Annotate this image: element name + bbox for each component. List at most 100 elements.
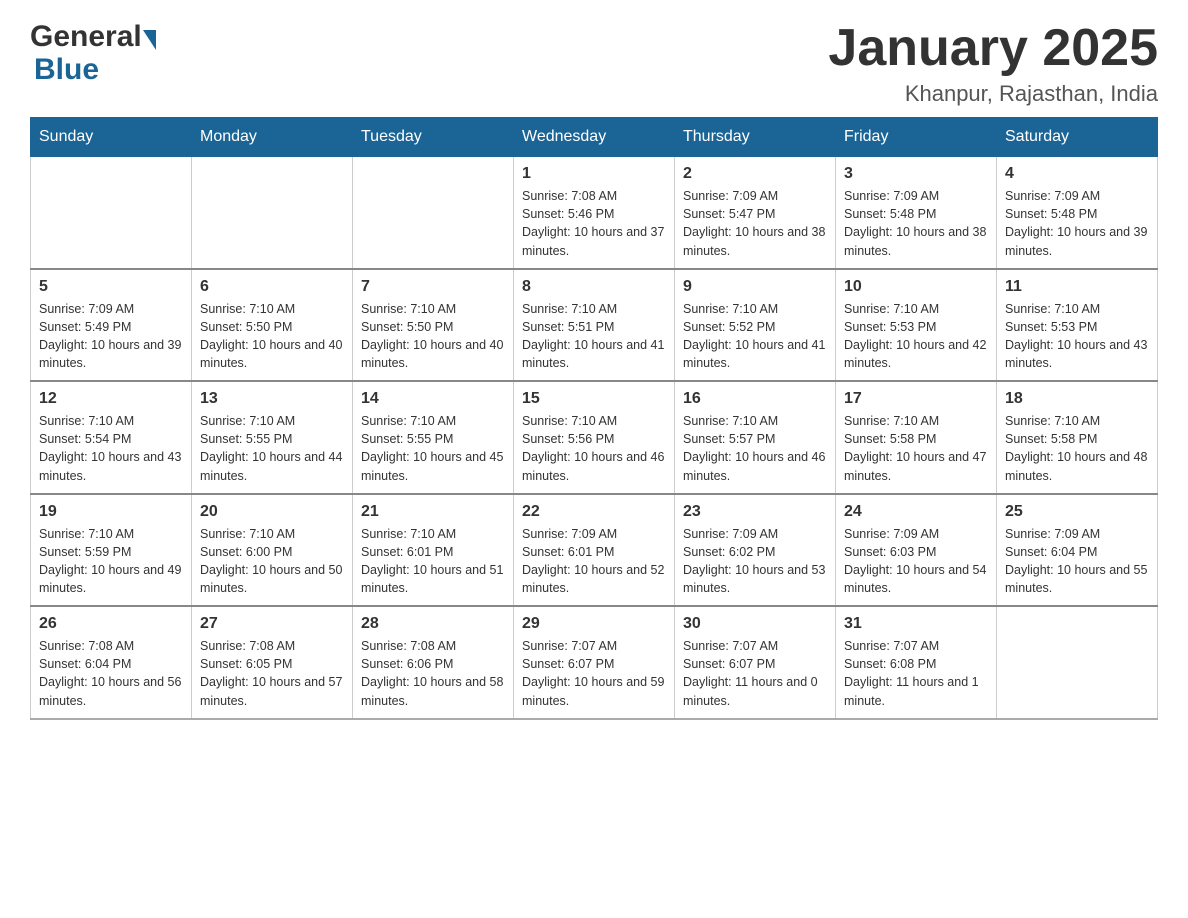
day-number: 30 [683,615,827,633]
day-number: 9 [683,278,827,296]
day-info: Sunrise: 7:07 AMSunset: 6:08 PMDaylight:… [844,637,988,710]
day-number: 20 [200,503,344,521]
logo-container: General Blue [30,20,157,86]
day-number: 14 [361,390,505,408]
column-header-friday: Friday [836,118,997,157]
day-info: Sunrise: 7:09 AMSunset: 5:48 PMDaylight:… [1005,187,1149,260]
day-info: Sunrise: 7:09 AMSunset: 6:03 PMDaylight:… [844,525,988,598]
day-number: 10 [844,278,988,296]
calendar-cell: 11 Sunrise: 7:10 AMSunset: 5:53 PMDayligh… [997,269,1158,382]
calendar-cell: 18Sunrise: 7:10 AMSunset: 5:58 PMDayligh… [997,381,1158,494]
day-info: Sunrise: 7:10 AMSunset: 5:50 PMDaylight:… [361,300,505,373]
calendar-cell: 30 Sunrise: 7:07 AMSunset: 6:07 PMDayligh… [675,606,836,719]
day-number: 16 [683,390,827,408]
calendar-cell: 12Sunrise: 7:10 AMSunset: 5:54 PMDayligh… [31,381,192,494]
day-number: 2 [683,165,827,183]
calendar-cell: 22 Sunrise: 7:09 AMSunset: 6:01 PMDayligh… [514,494,675,607]
day-info: Sunrise: 7:09 AMSunset: 5:47 PMDaylight:… [683,187,827,260]
calendar-cell: 1Sunrise: 7:08 AMSunset: 5:46 PMDaylight… [514,157,675,269]
day-info: Sunrise: 7:09 AMSunset: 6:01 PMDaylight:… [522,525,666,598]
day-info: Sunrise: 7:10 AMSunset: 5:52 PMDaylight:… [683,300,827,373]
calendar-cell [997,606,1158,719]
calendar-cell: 2 Sunrise: 7:09 AMSunset: 5:47 PMDaylight… [675,157,836,269]
day-number: 22 [522,503,666,521]
calendar-table: SundayMondayTuesdayWednesdayThursdayFrid… [30,117,1158,720]
day-number: 26 [39,615,183,633]
day-info: Sunrise: 7:10 AMSunset: 5:53 PMDaylight:… [1005,300,1149,373]
day-number: 18 [1005,390,1149,408]
day-info: Sunrise: 7:10 AMSunset: 5:58 PMDaylight:… [844,412,988,485]
calendar-week-4: 19 Sunrise: 7:10 AMSunset: 5:59 PMDayligh… [31,494,1158,607]
day-info: Sunrise: 7:10 AMSunset: 5:55 PMDaylight:… [200,412,344,485]
title-block: January 2025 Khanpur, Rajasthan, India [828,20,1158,107]
logo-triangle-icon [143,30,156,50]
calendar-title: January 2025 [828,20,1158,77]
day-number: 7 [361,278,505,296]
calendar-cell: 25 Sunrise: 7:09 AMSunset: 6:04 PMDayligh… [997,494,1158,607]
day-number: 28 [361,615,505,633]
calendar-cell: 10Sunrise: 7:10 AMSunset: 5:53 PMDayligh… [836,269,997,382]
calendar-week-5: 26 Sunrise: 7:08 AMSunset: 6:04 PMDayligh… [31,606,1158,719]
day-info: Sunrise: 7:08 AMSunset: 6:04 PMDaylight:… [39,637,183,710]
calendar-header-row: SundayMondayTuesdayWednesdayThursdayFrid… [31,118,1158,157]
day-number: 29 [522,615,666,633]
calendar-cell: 29 Sunrise: 7:07 AMSunset: 6:07 PMDayligh… [514,606,675,719]
column-header-thursday: Thursday [675,118,836,157]
day-number: 23 [683,503,827,521]
calendar-cell: 16Sunrise: 7:10 AMSunset: 5:57 PMDayligh… [675,381,836,494]
day-number: 17 [844,390,988,408]
calendar-cell: 4 Sunrise: 7:09 AMSunset: 5:48 PMDaylight… [997,157,1158,269]
logo: General Blue [30,20,157,86]
day-number: 13 [200,390,344,408]
day-number: 5 [39,278,183,296]
calendar-week-3: 12Sunrise: 7:10 AMSunset: 5:54 PMDayligh… [31,381,1158,494]
calendar-cell: 28Sunrise: 7:08 AMSunset: 6:06 PMDayligh… [353,606,514,719]
calendar-cell [353,157,514,269]
calendar-cell: 7 Sunrise: 7:10 AMSunset: 5:50 PMDaylight… [353,269,514,382]
calendar-cell: 3 Sunrise: 7:09 AMSunset: 5:48 PMDaylight… [836,157,997,269]
day-info: Sunrise: 7:10 AMSunset: 5:50 PMDaylight:… [200,300,344,373]
day-number: 21 [361,503,505,521]
calendar-cell: 31 Sunrise: 7:07 AMSunset: 6:08 PMDayligh… [836,606,997,719]
column-header-monday: Monday [192,118,353,157]
day-info: Sunrise: 7:10 AMSunset: 5:54 PMDaylight:… [39,412,183,485]
day-number: 11 [1005,278,1149,296]
calendar-week-2: 5 Sunrise: 7:09 AMSunset: 5:49 PMDaylight… [31,269,1158,382]
day-number: 3 [844,165,988,183]
day-number: 19 [39,503,183,521]
day-info: Sunrise: 7:09 AMSunset: 6:02 PMDaylight:… [683,525,827,598]
day-info: Sunrise: 7:10 AMSunset: 5:55 PMDaylight:… [361,412,505,485]
calendar-cell: 27 Sunrise: 7:08 AMSunset: 6:05 PMDayligh… [192,606,353,719]
column-header-wednesday: Wednesday [514,118,675,157]
day-number: 25 [1005,503,1149,521]
day-info: Sunrise: 7:08 AMSunset: 6:05 PMDaylight:… [200,637,344,710]
day-info: Sunrise: 7:09 AMSunset: 5:48 PMDaylight:… [844,187,988,260]
column-header-tuesday: Tuesday [353,118,514,157]
logo-blue-text: Blue [34,53,99,86]
calendar-cell: 9 Sunrise: 7:10 AMSunset: 5:52 PMDaylight… [675,269,836,382]
calendar-cell: 24 Sunrise: 7:09 AMSunset: 6:03 PMDayligh… [836,494,997,607]
day-number: 24 [844,503,988,521]
day-number: 8 [522,278,666,296]
day-info: Sunrise: 7:09 AMSunset: 5:49 PMDaylight:… [39,300,183,373]
calendar-cell: 17 Sunrise: 7:10 AMSunset: 5:58 PMDayligh… [836,381,997,494]
column-header-saturday: Saturday [997,118,1158,157]
day-number: 4 [1005,165,1149,183]
day-number: 27 [200,615,344,633]
calendar-cell: 20Sunrise: 7:10 AMSunset: 6:00 PMDayligh… [192,494,353,607]
calendar-cell [31,157,192,269]
calendar-cell: 14 Sunrise: 7:10 AMSunset: 5:55 PMDayligh… [353,381,514,494]
day-info: Sunrise: 7:07 AMSunset: 6:07 PMDaylight:… [522,637,666,710]
calendar-cell: 15Sunrise: 7:10 AMSunset: 5:56 PMDayligh… [514,381,675,494]
day-info: Sunrise: 7:09 AMSunset: 6:04 PMDaylight:… [1005,525,1149,598]
logo-general-text: General [30,20,142,53]
calendar-week-1: 1Sunrise: 7:08 AMSunset: 5:46 PMDaylight… [31,157,1158,269]
calendar-cell: 21 Sunrise: 7:10 AMSunset: 6:01 PMDayligh… [353,494,514,607]
day-number: 31 [844,615,988,633]
day-info: Sunrise: 7:10 AMSunset: 5:59 PMDaylight:… [39,525,183,598]
calendar-cell: 6Sunrise: 7:10 AMSunset: 5:50 PMDaylight… [192,269,353,382]
calendar-cell: 26 Sunrise: 7:08 AMSunset: 6:04 PMDayligh… [31,606,192,719]
day-info: Sunrise: 7:07 AMSunset: 6:07 PMDaylight:… [683,637,827,710]
day-info: Sunrise: 7:10 AMSunset: 5:51 PMDaylight:… [522,300,666,373]
day-info: Sunrise: 7:10 AMSunset: 6:01 PMDaylight:… [361,525,505,598]
